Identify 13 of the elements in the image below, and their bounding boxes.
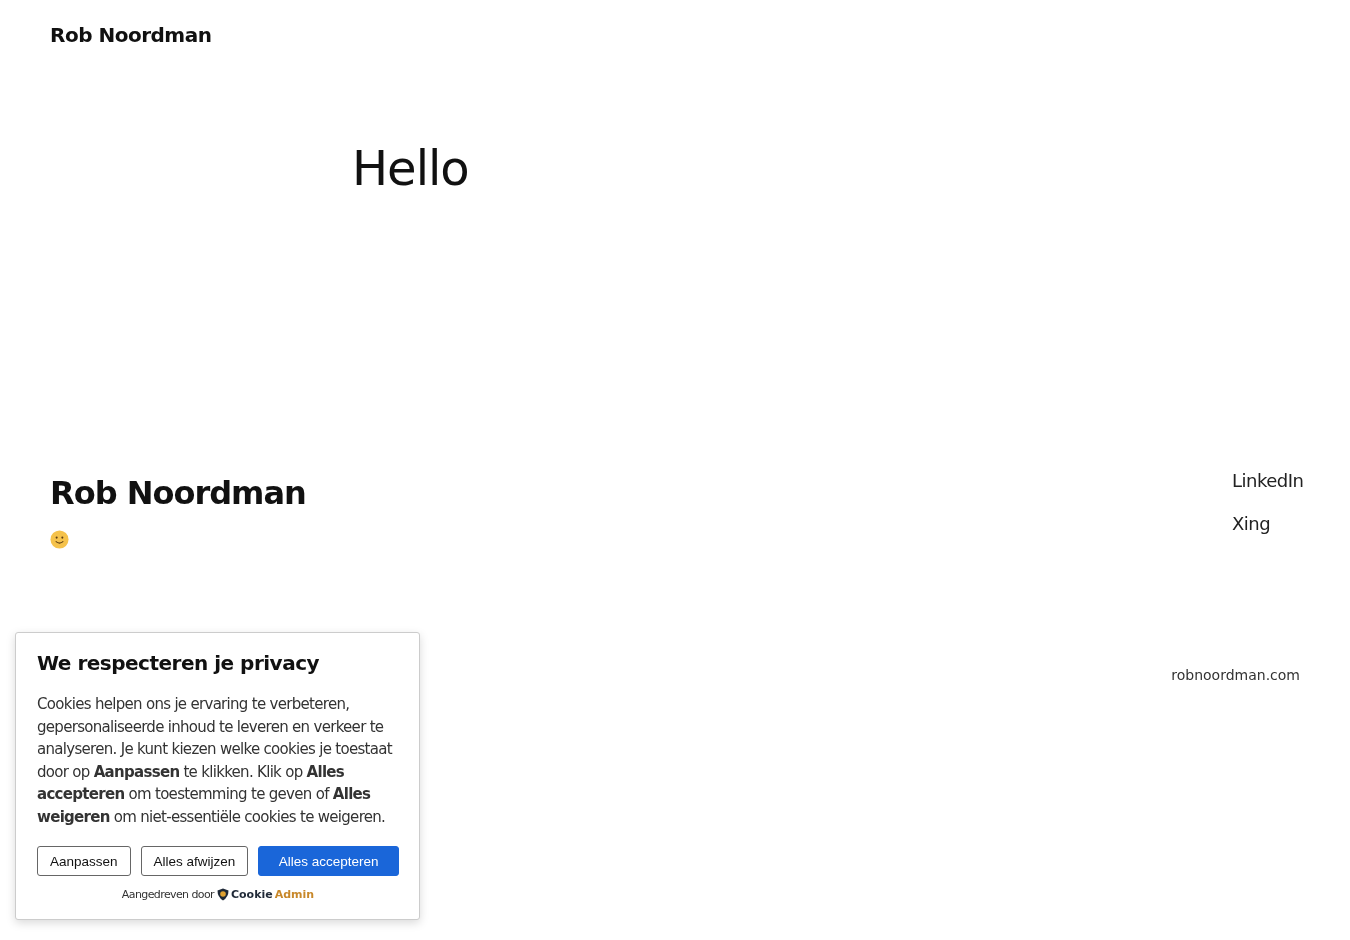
cookieadmin-logo[interactable]: Cookie Admin (216, 888, 315, 901)
site-title[interactable]: Rob Noordman (50, 23, 212, 47)
banner-text: Cookies helpen ons je ervaring te verbeteren, gepersonaliseerde inhoud te leveren en verkeer te analyseren. Je kunt kiezen welke cookies je toestaat door op Aanpassen te klikken. Klik op Alles accepteren om toestemming te geven of Alles weigeren om niet-essentiële cookies te weigeren. (37, 694, 394, 828)
footer-link[interactable]: Xing (1232, 513, 1300, 534)
consent-button[interactable]: Aanpassen (37, 846, 131, 876)
page-heading: Hello (352, 139, 470, 196)
consent-button[interactable]: Alles afwijzen (140, 846, 249, 876)
consent-button[interactable]: Alles accepteren (258, 846, 399, 876)
smiley-icon (50, 530, 69, 549)
site-domain: robnoordman.com (1171, 667, 1300, 683)
banner-title: We respecteren je privacy (37, 651, 321, 675)
powered-by-text: Aangedreven door (121, 888, 214, 901)
footer-title: Rob Noordman (50, 474, 306, 512)
